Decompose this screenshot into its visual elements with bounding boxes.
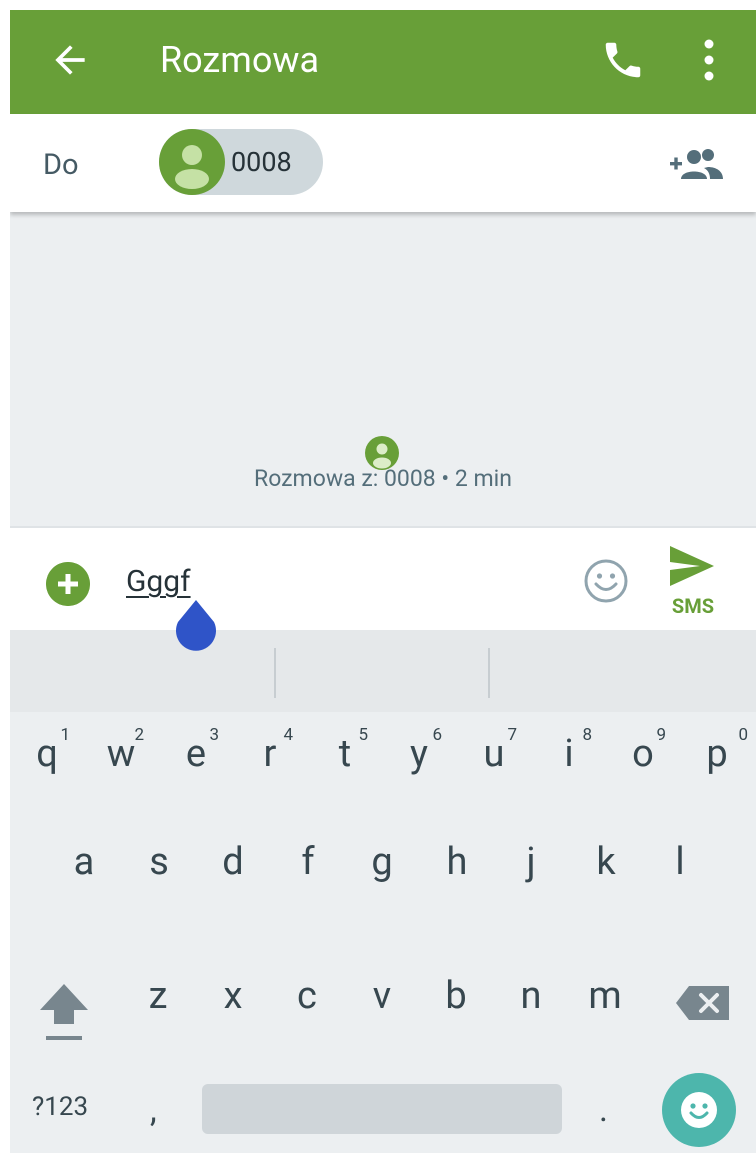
period-key[interactable]: . [599,1090,608,1130]
key-x[interactable]: x [196,944,270,1054]
comma-key[interactable]: , [150,1090,157,1130]
key-n[interactable]: n [494,944,568,1054]
suggestion-strip [10,630,756,712]
key-b[interactable]: b [419,944,493,1054]
key-f[interactable]: f [271,712,345,884]
to-label: Do [43,148,79,182]
contact-avatar-icon [159,129,225,195]
key-a[interactable]: a [47,712,121,884]
key-g[interactable]: g [345,712,419,884]
compose-bar: Gggf SMS [10,526,756,632]
back-arrow-icon[interactable] [48,38,92,82]
emoji-icon[interactable] [583,558,629,604]
key-k[interactable]: k [569,712,643,884]
key-c[interactable]: c [270,944,344,1054]
conversation-area: Rozmowa z: 0008 • 2 min [10,212,756,526]
messaging-screen: Rozmowa Do 0008 Rozmowa z: 0008 • 2 min … [10,10,756,1153]
symbols-key[interactable]: ?123 [32,1092,88,1122]
more-options-icon[interactable] [692,36,726,84]
key-l[interactable]: l [643,712,717,884]
recipient-chip[interactable]: 0008 [159,129,323,195]
smiley-icon [681,1092,717,1128]
send-icon[interactable] [668,544,716,588]
key-v[interactable]: v [345,944,419,1054]
space-bar[interactable] [202,1084,562,1134]
shift-icon[interactable] [36,980,92,1046]
add-people-icon[interactable] [670,147,724,181]
recipient-row: Do 0008 [10,114,756,212]
phone-call-icon[interactable] [600,37,646,83]
key-h[interactable]: h [420,712,494,884]
conversation-info: Rozmowa z: 0008 • 2 min [254,465,512,492]
page-title: Rozmowa [160,39,320,81]
send-sms-label[interactable]: SMS [658,594,728,618]
key-m[interactable]: m [568,944,642,1054]
key-d[interactable]: d [196,712,270,884]
backspace-icon[interactable] [675,984,731,1022]
emoji-key[interactable] [662,1073,736,1147]
recipient-number: 0008 [231,146,292,178]
key-j[interactable]: j [494,712,568,884]
keyboard: q1 w2 e3 r4 t5 y6 u7 i8 o9 p0 a s d f g … [10,712,756,1153]
app-bar: Rozmowa [10,10,756,114]
suggestion-divider [274,648,276,698]
attach-plus-icon[interactable] [46,562,90,606]
key-s[interactable]: s [122,712,196,884]
key-z[interactable]: z [121,944,195,1054]
message-input[interactable]: Gggf [126,562,191,602]
text-cursor-handle-icon[interactable] [174,600,218,652]
suggestion-divider [488,648,490,698]
